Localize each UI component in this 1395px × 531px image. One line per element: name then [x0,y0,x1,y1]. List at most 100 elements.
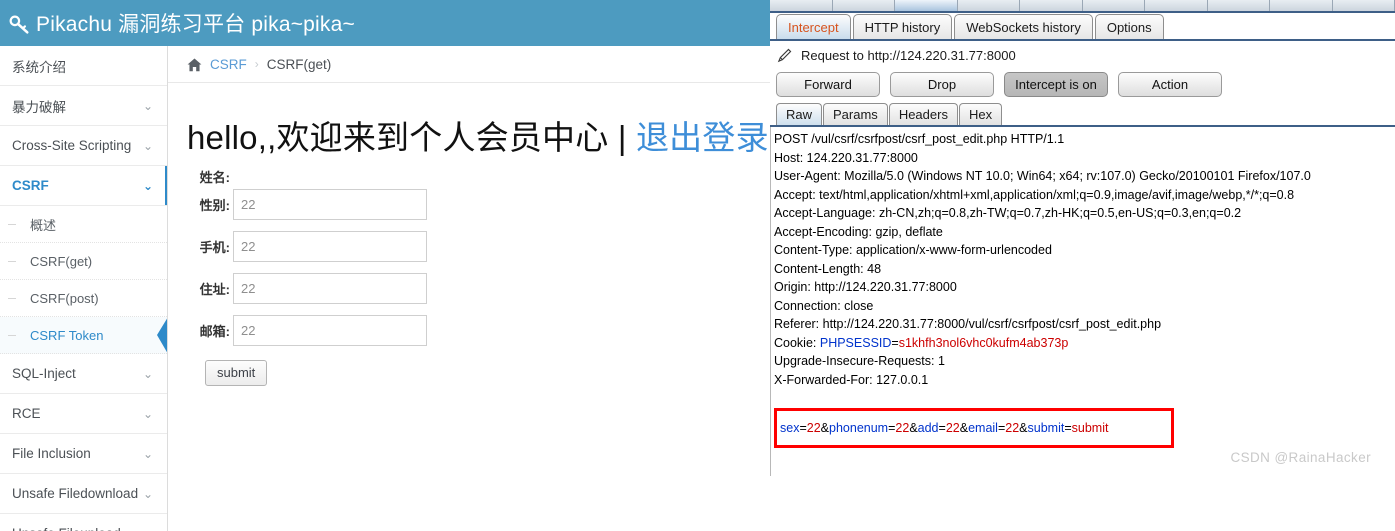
name-label: 姓名: [199,169,230,185]
burp-toptab-stub[interactable] [832,0,895,11]
chevron-down-icon: ⌄ [142,406,153,421]
tab-intercept[interactable]: Intercept [776,14,851,39]
tab-options[interactable]: Options [1094,14,1164,39]
request-header-line: User-Agent: Mozilla/5.0 (Windows NT 10.0… [774,169,1311,183]
action-button[interactable]: Action [1118,72,1222,97]
burp-toptab-stub[interactable] [957,0,1020,11]
burp-toptab-stub[interactable] [1145,0,1208,11]
burp-main-tabbar-partial[interactable] [770,0,1395,13]
subtab-headers[interactable]: Headers [888,103,958,125]
subtab-raw[interactable]: Raw [776,103,823,125]
sex-input[interactable] [233,189,427,220]
subtab-params[interactable]: Params [823,103,888,125]
welcome-text: hello,,欢迎来到个人会员中心 | [187,119,636,156]
burp-toptab-stub[interactable] [770,0,833,11]
watermark: CSDN @RainaHacker [1230,450,1371,465]
content-area: CSRF › CSRF(get) hello,,欢迎来到个人会员中心 | 退出登… [168,46,770,531]
request-header-line: Connection: close [774,298,874,313]
sidebar-item-file-inclusion[interactable]: File Inclusion ⌄ [0,434,167,474]
param-value: 22 [806,420,821,435]
drop-button[interactable]: Drop [890,72,994,97]
burp-toptab-stub[interactable] [1082,0,1145,11]
request-info-line: Request to http://124.220.31.77:8000 [770,41,1395,68]
sidebar-item-sql-inject[interactable]: SQL-Inject ⌄ [0,354,167,394]
submit-button[interactable]: submit [205,360,268,386]
tab-websockets-history[interactable]: WebSockets history [954,14,1093,39]
form-row-sex: 性别: [187,189,770,220]
form-row-address: 住址: [187,273,770,304]
breadcrumb: CSRF › CSRF(get) [168,46,770,83]
sidebar-item-xss[interactable]: Cross-Site Scripting ⌄ [0,126,167,166]
sidebar-item-rce[interactable]: RCE ⌄ [0,394,167,434]
raw-request-editor[interactable]: POST /vul/csrf/csrfpost/csrf_post_edit.p… [770,127,1395,476]
burp-toptab-stub[interactable] [1020,0,1083,11]
page-title: hello,,欢迎来到个人会员中心 | 退出登录 [187,111,770,159]
request-header-line: POST /vul/csrf/csrfpost/csrf_post_edit.p… [774,132,1065,146]
param-name: sex [780,420,800,435]
sidebar-item-intro[interactable]: 系统介绍 [0,46,167,86]
burp-toptab-stub[interactable] [1332,0,1395,11]
burp-toptab-stub[interactable] [1270,0,1333,11]
chevron-down-icon: ⌄ [142,138,153,153]
param-name: phonenum [829,420,889,435]
request-header-line: Host: 124.220.31.77:8000 [774,150,918,165]
email-input[interactable] [233,315,427,346]
request-cookie-line: Cookie: PHPSESSID=s1khfh3nol6vhc0kufm4ab… [774,334,1395,353]
sidebar-item-bruteforce[interactable]: 暴力破解 ⌄ [0,86,167,126]
member-center-panel: hello,,欢迎来到个人会员中心 | 退出登录 姓名: 性别: 手机: 住址: [168,83,770,386]
cookie-name: PHPSESSID [819,335,892,350]
home-icon[interactable] [187,58,202,72]
post-body-highlight-box: sex=22&phonenum=22&add=22&email=22&submi… [774,408,1174,448]
breadcrumb-root-link[interactable]: CSRF [210,57,247,72]
sidebar-subitem-overview[interactable]: 概述 [0,206,167,243]
sidebar-item-label: Unsafe Fileupload [12,526,121,531]
burp-toptab-stub[interactable] [1207,0,1270,11]
address-label: 住址: [199,282,230,297]
app-body: 系统介绍 暴力破解 ⌄ Cross-Site Scripting ⌄ CSRF … [0,46,770,531]
sidebar-subitem-label: 概述 [30,217,57,233]
forward-button[interactable]: Forward [776,72,880,97]
sidebar[interactable]: 系统介绍 暴力破解 ⌄ Cross-Site Scripting ⌄ CSRF … [0,46,168,531]
param-value: submit [1071,420,1109,435]
request-header-line: Referer: http://124.220.31.77:8000/vul/c… [774,317,1162,331]
burp-toptab-stub-selected[interactable] [895,0,958,11]
breadcrumb-current: CSRF(get) [266,56,332,72]
sidebar-item-unsafe-filedownload[interactable]: Unsafe Filedownload ⌄ [0,474,167,514]
cookie-equals: = [891,335,899,350]
message-view-tabbar[interactable]: Raw Params Headers Hex [770,103,1395,127]
sex-label: 性别: [199,198,230,213]
form-row-phone: 手机: [187,231,770,262]
intercept-toggle-button[interactable]: Intercept is on [1004,72,1108,97]
chevron-down-icon: ⌄ [143,528,153,531]
pencil-icon [776,47,793,64]
sidebar-item-unsafe-fileupload[interactable]: Unsafe Fileupload ⌄ [0,514,167,531]
post-body-line: sex=22&phonenum=22&add=22&email=22&submi… [780,420,1109,435]
subtab-hex[interactable]: Hex [958,103,1003,125]
sidebar-item-label: 暴力破解 [12,99,66,115]
request-header-line: X-Forwarded-For: 127.0.0.1 [774,372,929,387]
chevron-down-icon: ⌄ [142,178,153,193]
tab-http-history[interactable]: HTTP history [852,14,953,39]
form-row-email: 邮箱: [187,315,770,346]
sidebar-item-label: Unsafe Filedownload [12,486,139,501]
request-header-line: Origin: http://124.220.31.77:8000 [774,280,957,294]
pikachu-web-app: Pikachu 漏洞练习平台 pika~pika~ 系统介绍 暴力破解 ⌄ Cr… [0,0,770,531]
sidebar-subitem-csrf-get[interactable]: CSRF(get) [0,243,167,280]
param-value: 22 [945,420,960,435]
request-target-text: Request to http://124.220.31.77:8000 [801,48,1016,63]
address-input[interactable] [233,273,427,304]
cookie-value: s1khfh3nol6vhc0kufm4ab373p [898,335,1069,350]
sidebar-subitem-csrf-post[interactable]: CSRF(post) [0,280,167,317]
burp-suite-panel: Intercept HTTP history WebSockets histor… [770,0,1395,531]
chevron-down-icon: ⌄ [142,98,153,113]
request-header-line: Upgrade-Insecure-Requests: 1 [774,354,945,368]
proxy-tabbar[interactable]: Intercept HTTP history WebSockets histor… [770,13,1395,41]
phone-input[interactable] [233,231,427,262]
sidebar-subitem-csrf-token[interactable]: CSRF Token [0,317,167,354]
email-label: 邮箱: [199,324,230,339]
intercept-button-row[interactable]: Forward Drop Intercept is on Action [770,68,1395,103]
sidebar-item-csrf[interactable]: CSRF ⌄ [0,166,167,206]
param-name: submit [1027,420,1065,435]
request-header-line: Content-Length: 48 [774,261,882,276]
logout-link[interactable]: 退出登录 [636,119,769,156]
